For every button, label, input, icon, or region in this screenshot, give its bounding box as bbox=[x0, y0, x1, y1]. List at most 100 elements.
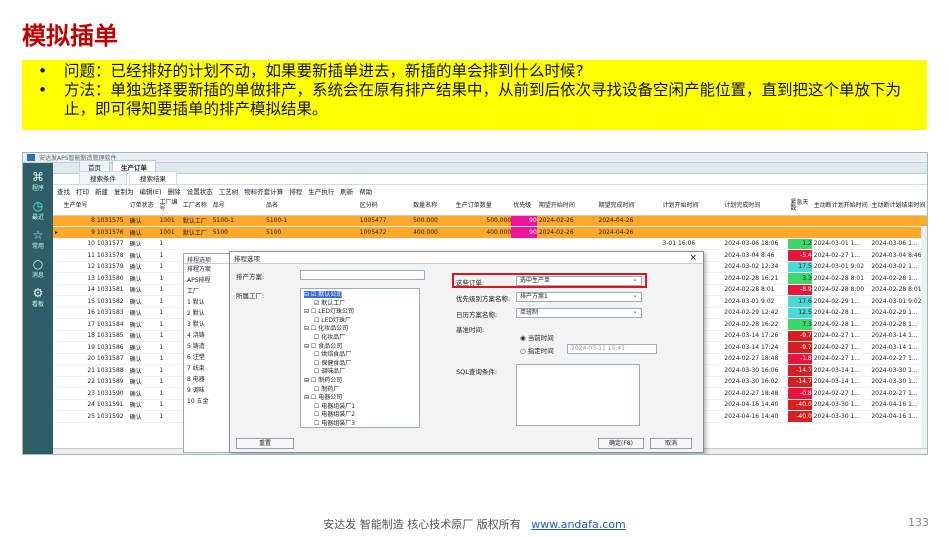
date-input[interactable]: 2024-03-11 15:41 bbox=[567, 344, 657, 354]
header-cell: 期望完成时间 bbox=[596, 197, 661, 216]
table-row[interactable]: ▸ 9 1031576 确认 1001 默认工厂 5100 5100 1005472 400.0… bbox=[53, 226, 927, 239]
tree-node[interactable]: ⊟ ☐ 化妆品公司 bbox=[304, 325, 416, 334]
table-cell: 2024-02-28 1... bbox=[811, 307, 870, 319]
tree-node[interactable]: ☐ 烘焙食品厂 bbox=[304, 351, 416, 360]
row-marker bbox=[53, 272, 62, 285]
sidebar-item-label: 常用 bbox=[31, 243, 44, 250]
toolbar-button[interactable]: 排程 bbox=[289, 186, 302, 196]
cancel-button[interactable]: 取消 bbox=[650, 438, 692, 449]
table-row[interactable]: 8 1031575 确认 1001 默认工厂 5100-1 5100-1 1005477 50… bbox=[53, 215, 927, 227]
header-cell: 订单状态 bbox=[127, 197, 158, 216]
radio-current-time[interactable]: ◉ 当前时间 bbox=[520, 332, 554, 342]
table-cell: 16 1031583 bbox=[61, 307, 128, 319]
tree-node[interactable]: ⊟ ☐ LED灯珠公司 bbox=[304, 308, 416, 317]
sidebar-item-label: 最近 bbox=[31, 214, 44, 221]
toolbar-button[interactable]: 删除 bbox=[168, 186, 181, 196]
toolbar-button[interactable]: 复制为 bbox=[114, 186, 134, 196]
tree-node[interactable]: ☑ 默认工厂 bbox=[304, 300, 416, 309]
bullet-dot: • bbox=[38, 81, 48, 99]
tree-node-label: ⊟ ☐ 食品公司 bbox=[304, 342, 343, 350]
factory-tree[interactable]: ⊟ ☑ 默认公司 ☑ 默认工厂 ⊟ ☐ LED灯珠公司 ☐ LED灯珠厂 ⊟ ☐ 化妆品… bbox=[300, 288, 420, 428]
sidebar-item[interactable]: ☆ 常用 bbox=[23, 229, 53, 250]
row-marker bbox=[53, 284, 62, 296]
close-icon[interactable]: × bbox=[689, 253, 697, 263]
tree-node[interactable]: ⊟ ☑ 默认公司 bbox=[304, 291, 416, 300]
sidebar-item[interactable]: ◷ 最近 bbox=[23, 200, 53, 221]
tree-node[interactable]: ☐ 电器组装厂2 bbox=[304, 411, 416, 420]
tree-node[interactable]: ⊟ ☐ 食品公司 bbox=[304, 343, 416, 352]
table-cell: 1 bbox=[157, 272, 181, 285]
toolbar-button[interactable]: 物料齐套计算 bbox=[244, 186, 283, 196]
table-cell: 2024-03-06 1... bbox=[869, 238, 927, 250]
urgency-cell: -9.7 bbox=[788, 341, 812, 354]
tree-node-label: ☑ 默认工厂 bbox=[314, 299, 346, 307]
plan-input[interactable] bbox=[300, 270, 425, 280]
table-cell: 1 bbox=[157, 261, 181, 273]
slide-title: 模拟插单 bbox=[22, 22, 118, 50]
tree-node[interactable]: ⊟ ☐ 制药公司 bbox=[304, 377, 416, 386]
table-cell bbox=[411, 238, 454, 250]
toolbar-button[interactable]: 设置状态 bbox=[187, 186, 213, 196]
toolbar-button[interactable]: 工艺树 bbox=[219, 186, 239, 196]
priority-cell: 90 bbox=[511, 226, 537, 239]
sidebar-item[interactable]: ⚙ 看板 bbox=[23, 287, 53, 308]
tree-node[interactable]: ☐ 制药厂 bbox=[304, 386, 416, 395]
calendar-select[interactable]: 单班制 bbox=[516, 307, 642, 318]
sidebar-icon: ⌘ bbox=[32, 170, 44, 184]
table-cell: 1 bbox=[157, 410, 181, 423]
table-cell: 400.000 bbox=[411, 226, 454, 239]
toolbar-button[interactable]: 打印 bbox=[76, 186, 89, 196]
footer: 安达发 智能制造 核心技术原厂 版权所有 www.andafa.com bbox=[0, 516, 949, 532]
sql-textarea[interactable] bbox=[516, 364, 640, 426]
table-cell: 确认 bbox=[127, 272, 158, 285]
table-cell: 1 bbox=[157, 353, 181, 365]
sidebar-item-label: 消息 bbox=[31, 272, 44, 279]
tree-node-label: ⊟ ☐ 制药公司 bbox=[304, 376, 343, 384]
table-cell: 2024-02-28 1... bbox=[869, 318, 927, 331]
table-cell bbox=[660, 226, 723, 239]
toolbar-button[interactable]: 新建 bbox=[95, 186, 108, 196]
sidebar-item[interactable]: ⌘ 程序 bbox=[23, 171, 53, 192]
toolbar-button[interactable]: 查找 bbox=[57, 186, 70, 196]
tree-node-label: ☐ 调味品厂 bbox=[314, 368, 346, 376]
app-logo-icon bbox=[27, 154, 35, 161]
header-cell: 数量名称 bbox=[411, 197, 454, 216]
table-cell: 1 bbox=[157, 249, 181, 262]
ok-button[interactable]: 确定(F8) bbox=[598, 438, 644, 449]
subtab-item[interactable]: 搜索条件 bbox=[79, 171, 127, 184]
reset-button[interactable]: 重置 bbox=[236, 438, 294, 449]
toolbar-button[interactable]: 帮助 bbox=[359, 186, 372, 196]
table-cell: 400.000 bbox=[453, 226, 512, 239]
table-cell: 确认 bbox=[127, 215, 158, 227]
table-cell bbox=[660, 215, 723, 227]
table-cell: 1 bbox=[157, 330, 181, 342]
tree-node[interactable]: ☐ 调味品厂 bbox=[304, 368, 416, 377]
toolbar-button[interactable]: 编辑(E) bbox=[140, 186, 162, 196]
table-row[interactable]: 10 1031577 确认 1 3-01 16:06 2024-03-06 18:06 1… bbox=[53, 238, 927, 250]
toolbar-button[interactable]: 刷新 bbox=[340, 186, 353, 196]
footer-link[interactable]: www.andafa.com bbox=[531, 518, 626, 531]
table-cell: 21 1031588 bbox=[61, 364, 128, 377]
table-cell bbox=[264, 238, 358, 250]
urgency-cell: 17.6 bbox=[788, 295, 812, 308]
table-cell: 3-01 16:06 bbox=[660, 238, 723, 250]
vertical-scrollbar[interactable] bbox=[921, 227, 927, 448]
sidebar-icon: ○ bbox=[32, 257, 44, 271]
table-cell: 2024-02-26 bbox=[536, 215, 597, 227]
table-cell: 1 bbox=[157, 341, 181, 354]
toolbar-button[interactable]: 生产执行 bbox=[308, 186, 334, 196]
tree-node[interactable]: ☐ 化妆品厂 bbox=[304, 334, 416, 343]
priority-select[interactable]: 排产方案1 bbox=[516, 291, 642, 302]
table-cell: 2024-02-27 1... bbox=[811, 341, 870, 354]
table-cell: 1001 bbox=[157, 215, 181, 227]
footer-text: 安达发 智能制造 核心技术原厂 版权所有 bbox=[323, 518, 521, 531]
table-cell: 确认 bbox=[127, 307, 158, 319]
header-cell: 计划完成时间 bbox=[722, 197, 789, 216]
urgency-cell: 1.2 bbox=[788, 238, 812, 250]
tree-node[interactable]: ☐ 电器组装厂3 bbox=[304, 420, 416, 427]
sidebar-item[interactable]: ○ 消息 bbox=[23, 258, 53, 279]
radio-specified-time[interactable]: ○ 指定时间 bbox=[520, 345, 554, 355]
table-cell: 2024-04-16 1... bbox=[869, 410, 927, 423]
tree-node[interactable]: ⊟ ☐ 电器公司 bbox=[304, 394, 416, 403]
subtab-item[interactable]: 搜索结果 bbox=[129, 171, 177, 184]
